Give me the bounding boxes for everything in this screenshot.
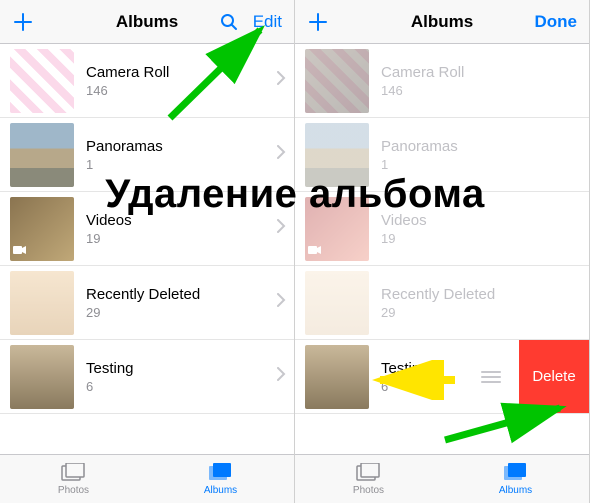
tab-albums[interactable]: Albums <box>147 455 294 503</box>
album-thumbnail <box>10 49 74 113</box>
album-row[interactable]: Recently Deleted 29 <box>0 266 294 340</box>
album-title: Recently Deleted <box>381 286 581 303</box>
album-count: 19 <box>381 231 581 246</box>
album-title: Videos <box>381 212 581 229</box>
tab-label: Albums <box>499 485 532 496</box>
album-thumbnail <box>305 49 369 113</box>
navbar-title: Albums <box>411 12 473 32</box>
navbar: Albums Done <box>295 0 589 44</box>
album-list: Camera Roll 146 Panoramas 1 <box>0 44 294 454</box>
navbar: Albums Edit <box>0 0 294 44</box>
album-thumbnail <box>305 271 369 335</box>
album-row-editing[interactable]: Testing 6 Delete <box>295 340 589 414</box>
chevron-right-icon <box>277 367 286 386</box>
album-thumbnail <box>10 345 74 409</box>
tab-label: Photos <box>353 485 384 496</box>
reorder-grip-icon[interactable] <box>479 371 503 383</box>
album-row[interactable]: Panoramas 1 <box>0 118 294 192</box>
album-count: 1 <box>381 157 581 172</box>
chevron-right-icon <box>277 293 286 312</box>
video-icon <box>13 245 27 258</box>
album-thumbnail <box>10 123 74 187</box>
album-title: Videos <box>86 212 273 229</box>
phone-left: Albums Edit Camera Roll 146 <box>0 0 295 503</box>
album-row: Camera Roll 146 <box>295 44 589 118</box>
album-title: Camera Roll <box>381 64 581 81</box>
album-title: Recently Deleted <box>86 286 273 303</box>
album-count: 6 <box>381 379 479 394</box>
album-row[interactable]: Testing 6 <box>0 340 294 414</box>
album-title: Testing <box>86 360 273 377</box>
album-thumbnail <box>305 197 369 261</box>
chevron-right-icon <box>277 145 286 164</box>
navbar-title: Albums <box>116 12 178 32</box>
album-title: Panoramas <box>381 138 581 155</box>
add-album-icon[interactable] <box>12 11 34 33</box>
edit-button[interactable]: Edit <box>253 12 282 32</box>
album-thumbnail <box>10 271 74 335</box>
album-row[interactable]: Camera Roll 146 <box>0 44 294 118</box>
album-count: 29 <box>86 305 273 320</box>
video-icon <box>308 245 322 258</box>
album-count: 6 <box>86 379 273 394</box>
tab-photos[interactable]: Photos <box>0 455 147 503</box>
done-button[interactable]: Done <box>535 12 578 32</box>
album-row: Recently Deleted 29 <box>295 266 589 340</box>
tab-label: Albums <box>204 485 237 496</box>
chevron-right-icon <box>277 219 286 238</box>
album-title: Testing <box>381 360 479 377</box>
tab-bar: Photos Albums <box>295 454 589 503</box>
album-row[interactable]: Videos 19 <box>0 192 294 266</box>
album-row: Videos 19 <box>295 192 589 266</box>
album-title: Camera Roll <box>86 64 273 81</box>
chevron-right-icon <box>277 71 286 90</box>
add-album-icon[interactable] <box>307 11 329 33</box>
tab-bar: Photos Albums <box>0 454 294 503</box>
album-count: 146 <box>381 83 581 98</box>
album-thumbnail <box>305 345 369 409</box>
album-thumbnail <box>10 197 74 261</box>
album-count: 1 <box>86 157 273 172</box>
album-list-edit: Camera Roll 146 Panoramas 1 Videos <box>295 44 589 454</box>
tab-albums[interactable]: Albums <box>442 455 589 503</box>
album-count: 19 <box>86 231 273 246</box>
album-count: 29 <box>381 305 581 320</box>
phone-right: Albums Done Camera Roll 146 Panoramas 1 <box>295 0 590 503</box>
album-thumbnail <box>305 123 369 187</box>
album-row: Panoramas 1 <box>295 118 589 192</box>
album-count: 146 <box>86 83 273 98</box>
album-title: Panoramas <box>86 138 273 155</box>
tab-label: Photos <box>58 485 89 496</box>
search-icon[interactable] <box>219 12 239 32</box>
tab-photos[interactable]: Photos <box>295 455 442 503</box>
delete-button[interactable]: Delete <box>519 340 589 413</box>
